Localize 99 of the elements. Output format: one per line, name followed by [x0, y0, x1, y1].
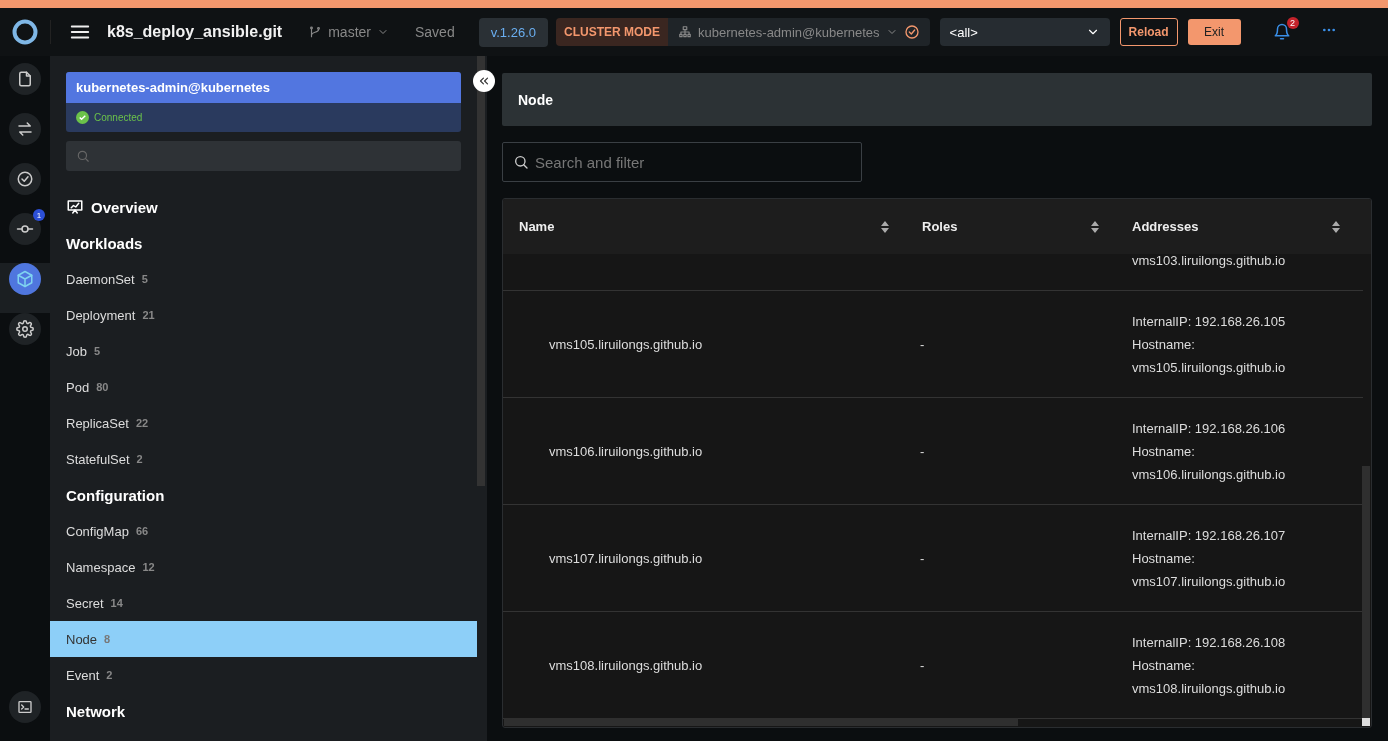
version-badge[interactable]: v.1.26.0: [478, 17, 548, 47]
column-header[interactable]: Addresses: [1132, 219, 1199, 234]
app-logo: [12, 19, 38, 45]
save-status: Saved: [415, 24, 455, 40]
item-count: 22: [135, 417, 149, 429]
sidebar-nav-button[interactable]: [9, 263, 41, 295]
scrollbar-corner: [1362, 718, 1370, 726]
item-count: 14: [110, 597, 123, 609]
address-line: Hostname:: [1132, 336, 1196, 352]
item-count: 2: [136, 453, 143, 465]
item-count: 66: [135, 525, 149, 537]
cluster-card[interactable]: kubernetes-admin@kubernetes Connected: [66, 72, 461, 132]
branch-selector[interactable]: master: [308, 24, 389, 40]
item-count: 12: [142, 561, 155, 573]
table-cell: vms108.liruilongs.github.io: [549, 657, 703, 673]
table-cell: vms106.liruilongs.github.io: [549, 443, 703, 459]
sidebar-nav-button[interactable]: [9, 113, 41, 145]
scrollbar-thumb[interactable]: [504, 718, 1018, 726]
table-row[interactable]: vms103.liruilongs.github.io: [503, 254, 1363, 291]
address-line: vms107.liruilongs.github.io: [1132, 573, 1287, 589]
table-row[interactable]: vms105.liruilongs.github.io - InternalIP: 192.168.26.105 Hostname: vms105.liruilongs.github.io: [503, 291, 1363, 398]
item-count: 2: [106, 669, 113, 681]
item-count: 5: [93, 345, 101, 357]
sidebar-item[interactable]: Node 8: [50, 621, 477, 657]
sidebar-item[interactable]: Pod 80: [50, 369, 477, 405]
namespace-select[interactable]: <all>: [939, 18, 1110, 46]
sidebar-nav-button[interactable]: [9, 63, 41, 95]
address-line: vms108.liruilongs.github.io: [1132, 680, 1287, 696]
sidebar-item[interactable]: ReplicaSet 22: [50, 405, 477, 441]
sort-icon[interactable]: [1331, 219, 1341, 234]
sort-icon[interactable]: [1090, 219, 1100, 234]
table-row[interactable]: vms106.liruilongs.github.io - InternalIP: 192.168.26.106 Hostname: vms106.liruilongs.github.io: [503, 398, 1363, 505]
overview-link[interactable]: Overview: [50, 189, 477, 225]
sidebar-nav-button[interactable]: [9, 163, 41, 195]
search-field[interactable]: Search and filter: [502, 142, 862, 182]
section-heading: Network: [66, 702, 126, 720]
connection-status: Connected: [94, 112, 143, 123]
terminal-icon: [17, 699, 33, 715]
address-line: vms106.liruilongs.github.io: [1132, 466, 1287, 482]
network-icon: [678, 25, 692, 39]
address-line: InternalIP: 192.168.26.106: [1132, 420, 1287, 436]
branch-icon: [308, 25, 323, 39]
sidebar-item[interactable]: Job 5: [50, 333, 477, 369]
sidebar-item[interactable]: DaemonSet 5: [50, 261, 477, 297]
item-count: 21: [142, 309, 155, 321]
address-line: Hostname:: [1132, 657, 1196, 673]
address-line: InternalIP: 192.168.26.105: [1132, 313, 1287, 329]
scrollbar-thumb[interactable]: [1362, 466, 1370, 721]
sort-icon[interactable]: [880, 219, 890, 234]
column-header[interactable]: Roles: [922, 219, 958, 234]
sidebar-item[interactable]: Namespace 12: [50, 549, 477, 585]
check-circle-icon: [903, 24, 920, 40]
scrollbar-thumb[interactable]: [477, 56, 485, 486]
sidebar-item[interactable]: Deployment 21: [50, 297, 477, 333]
presentation-chart-icon: [66, 198, 84, 216]
sidebar-nav-button[interactable]: [9, 691, 41, 723]
table-cell: vms105.liruilongs.github.io: [549, 336, 703, 352]
column-header[interactable]: Name: [519, 219, 555, 234]
sidebar-item[interactable]: ConfigMap 66: [50, 513, 477, 549]
section-heading: Configuration: [66, 486, 165, 504]
sidebar-item[interactable]: Secret 14: [50, 585, 477, 621]
page-title: Node: [518, 91, 553, 108]
settings-icon: [16, 320, 34, 338]
address-line: vms103.liruilongs.github.io: [1132, 253, 1287, 268]
section-heading: Workloads: [66, 234, 143, 252]
address-line: InternalIP: 192.168.26.108: [1132, 634, 1287, 650]
notification-bell-icon: [1272, 23, 1291, 41]
table-cell: -: [920, 550, 925, 566]
address-line: vms105.liruilongs.github.io: [1132, 359, 1287, 375]
item-count: 5: [141, 273, 148, 285]
table-cell: -: [920, 336, 925, 352]
table-cell: -: [920, 657, 925, 673]
table-cell: vms107.liruilongs.github.io: [549, 550, 703, 566]
double-chevron-left-icon: [477, 74, 491, 88]
collapse-button[interactable]: [473, 70, 495, 92]
check-circle-icon: [16, 170, 34, 188]
address-line: InternalIP: 192.168.26.107: [1132, 527, 1287, 543]
sidebar-item[interactable]: Event 2: [50, 657, 477, 693]
notification-count: 2: [1286, 17, 1299, 29]
search-field[interactable]: [66, 141, 461, 171]
table-cell: -: [920, 443, 925, 459]
address-line: Hostname:: [1132, 443, 1196, 459]
repository-name: k8s_deploy_ansible.git: [107, 23, 283, 41]
connected-icon: [76, 111, 89, 124]
item-count: 8: [104, 633, 111, 645]
address-line: Hostname:: [1132, 550, 1196, 566]
sidebar-nav-button[interactable]: [9, 313, 41, 345]
file-icon: [16, 70, 34, 88]
cluster-name: kubernetes-admin@kubernetes: [66, 72, 461, 103]
exit-button[interactable]: Exit: [1187, 19, 1241, 45]
search-icon: [513, 154, 529, 170]
item-count: 80: [96, 381, 109, 393]
count-badge: 1: [33, 209, 45, 221]
sidebar-item[interactable]: StatefulSet 2: [50, 441, 477, 477]
reload-button[interactable]: Reload: [1119, 18, 1178, 46]
cluster-mode-badge: CLUSTER MODE: [556, 18, 668, 46]
context-selector[interactable]: kubernetes-admin@kubernetes: [668, 18, 930, 46]
swap-arrows-icon: [16, 120, 34, 138]
cube-icon: [16, 270, 34, 288]
